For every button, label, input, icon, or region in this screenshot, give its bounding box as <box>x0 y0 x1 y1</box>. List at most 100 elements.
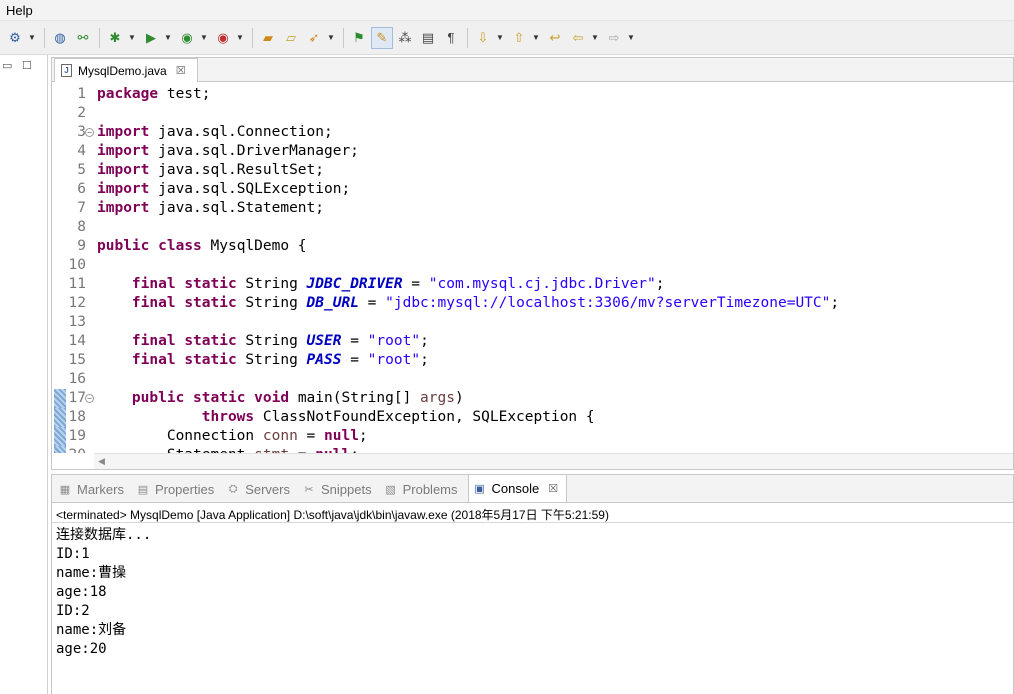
scroll-left-icon[interactable]: ◀ <box>98 456 105 467</box>
chevron-down-icon[interactable]: ▼ <box>590 27 600 49</box>
line-number: 2 <box>77 105 86 121</box>
coverage-icon[interactable]: ◉ <box>176 27 198 49</box>
console-icon: ▣ <box>474 483 485 495</box>
minimize-icon[interactable]: ▭ <box>2 59 12 72</box>
keyword: static <box>193 390 246 406</box>
tab-snippets[interactable]: ✂ Snippets <box>300 476 376 502</box>
keyword: static <box>184 352 237 368</box>
settings-icon[interactable]: ⚙ <box>4 27 26 49</box>
console-line: ID:2 <box>56 603 90 619</box>
code-line: final static String DB_URL = "jdbc:mysql… <box>97 294 839 313</box>
code-line: import java.sql.ResultSet; <box>97 161 324 180</box>
tab-label: Markers <box>77 481 124 497</box>
chevron-down-icon[interactable]: ▼ <box>235 27 245 49</box>
tab-markers[interactable]: ▦ Markers <box>56 476 128 502</box>
tab-problems[interactable]: ▧ Problems <box>382 476 462 502</box>
tab-servers[interactable]: ⛭ Servers <box>224 476 294 502</box>
left-panel: ▭ ☐ <box>0 55 48 694</box>
toggle-mark-occurrences-icon[interactable]: ✎ <box>371 26 393 49</box>
keyword: final <box>131 276 176 292</box>
chevron-down-icon[interactable]: ▼ <box>626 27 636 49</box>
code-line: import java.sql.Connection; <box>97 123 333 142</box>
change-marker <box>54 446 66 453</box>
annotation-icon[interactable]: ⚑ <box>348 27 370 49</box>
run-icon[interactable]: ▶ <box>140 27 162 49</box>
keyword: class <box>158 238 202 254</box>
servers-icon: ⛭ <box>228 482 238 495</box>
code-line: final static String JDBC_DRIVER = "com.m… <box>97 275 665 294</box>
globe-icon[interactable]: ◍ <box>49 27 71 49</box>
tab-label: MysqlDemo.java <box>78 63 167 78</box>
keyword: final <box>131 333 176 349</box>
code-text: String <box>236 295 307 311</box>
chevron-down-icon[interactable]: ▼ <box>199 27 209 49</box>
code-line: public static void main(String[] args) <box>97 389 464 408</box>
change-marker <box>54 408 66 427</box>
properties-icon: ▤ <box>137 483 149 496</box>
close-icon[interactable]: ☒ <box>548 482 558 495</box>
tab-label: Console <box>491 481 540 496</box>
open-folder-icon[interactable]: ▱ <box>280 27 302 49</box>
line-number: 7 <box>77 200 86 216</box>
word-wrap-icon[interactable]: ¶ <box>440 27 462 49</box>
code-text: java.sql.DriverManager; <box>149 143 359 159</box>
chevron-down-icon[interactable]: ▼ <box>27 27 37 49</box>
code-editor[interactable]: 123−4567891011121314151617−181920 packag… <box>52 82 1013 453</box>
code-line: final static String USER = "root"; <box>97 332 429 351</box>
chevron-down-icon[interactable]: ▼ <box>495 27 505 49</box>
keyword: import <box>97 143 150 159</box>
fold-toggle-icon[interactable]: − <box>85 128 94 137</box>
last-edit-icon[interactable]: ↩ <box>544 27 566 49</box>
field-name: DB_URL <box>306 295 359 311</box>
chevron-down-icon[interactable]: ▼ <box>531 27 541 49</box>
next-annotation-icon[interactable]: ⇩ <box>472 27 494 49</box>
rocket-icon[interactable]: ➶ <box>303 27 325 49</box>
problems-icon: ▧ <box>385 483 396 496</box>
variable-name: args <box>420 390 455 406</box>
code-line: final static String PASS = "root"; <box>97 351 429 370</box>
block-selection-icon[interactable]: ⁂ <box>394 27 416 49</box>
tab-properties[interactable]: ▤ Properties <box>134 476 218 502</box>
maximize-icon[interactable]: ☐ <box>22 59 32 72</box>
previous-annotation-icon[interactable]: ⇧ <box>508 27 530 49</box>
chevron-down-icon[interactable]: ▼ <box>326 27 336 49</box>
chevron-down-icon[interactable]: ▼ <box>127 27 137 49</box>
code-text: = <box>341 333 368 349</box>
menu-help[interactable]: Help <box>6 3 33 18</box>
link-icon[interactable]: ⚯ <box>72 27 94 49</box>
line-number: 5 <box>77 162 86 178</box>
line-number: 17 <box>68 390 86 406</box>
back-icon[interactable]: ⇦ <box>567 27 589 49</box>
code-text: ; <box>830 295 840 311</box>
horizontal-scrollbar[interactable]: ◀ <box>94 453 1013 469</box>
close-icon[interactable]: ☒ <box>176 64 186 77</box>
console-line: ID:1 <box>56 546 90 562</box>
line-number: 8 <box>77 219 86 235</box>
code-line: Statement stmt = null; <box>97 446 359 453</box>
new-package-icon[interactable]: ▰ <box>257 27 279 49</box>
keyword: static <box>184 333 237 349</box>
forward-icon[interactable]: ⇨ <box>603 27 625 49</box>
debug-icon[interactable]: ✱ <box>104 27 126 49</box>
line-number: 9 <box>77 238 86 254</box>
chevron-down-icon[interactable]: ▼ <box>163 27 173 49</box>
line-number: 15 <box>68 352 86 368</box>
console-line: 连接数据库... <box>56 527 152 543</box>
external-tools-icon[interactable]: ◉ <box>212 27 234 49</box>
code-text: main(String[] <box>289 390 421 406</box>
line-number-gutter: 123−4567891011121314151617−181920 <box>52 82 94 453</box>
toolbar-separator <box>44 27 45 48</box>
toolbar-separator <box>343 27 344 48</box>
tab-console[interactable]: ▣ Console ☒ <box>467 474 568 502</box>
fold-toggle-icon[interactable]: − <box>85 394 94 403</box>
console-output[interactable]: 连接数据库... ID:1 name:曹操 age:18 ID:2 name:刘备 age:… <box>56 526 151 659</box>
show-whitespace-icon[interactable]: ▤ <box>417 27 439 49</box>
tab-mysqldemo-java[interactable]: J MysqlDemo.java ☒ <box>54 58 198 82</box>
